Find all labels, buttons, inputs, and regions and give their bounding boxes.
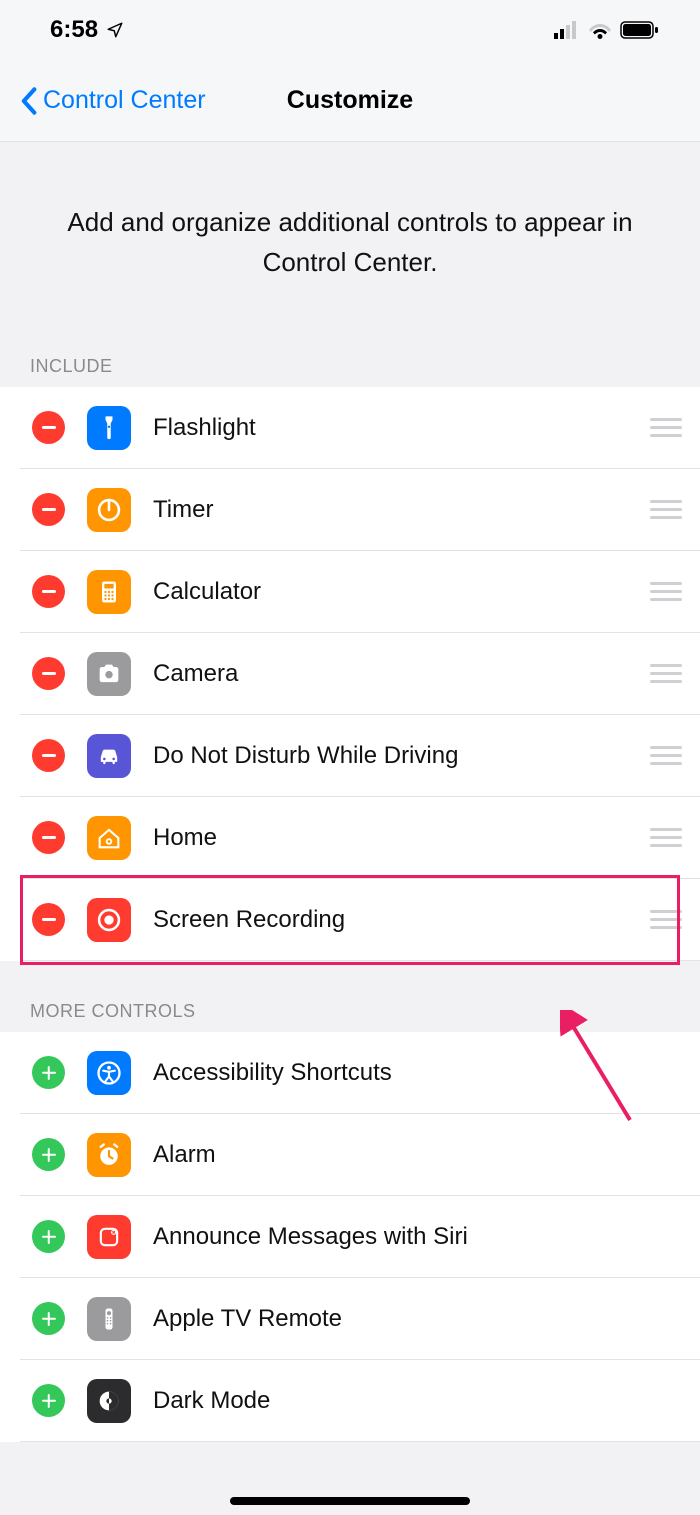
row-label: Apple TV Remote [153, 1305, 682, 1333]
list-item: Calculator [0, 551, 700, 633]
row-label: Alarm [153, 1141, 682, 1169]
remove-button[interactable] [32, 821, 65, 854]
row-label: Screen Recording [153, 906, 640, 934]
remove-button[interactable] [32, 903, 65, 936]
announce-icon [87, 1215, 131, 1259]
row-label: Flashlight [153, 414, 640, 442]
status-bar: 6:58 [0, 0, 700, 60]
row-label: Announce Messages with Siri [153, 1223, 682, 1251]
home-icon [87, 816, 131, 860]
row-label: Accessibility Shortcuts [153, 1059, 682, 1087]
list-item: Do Not Disturb While Driving [0, 715, 700, 797]
drag-handle[interactable] [640, 900, 682, 939]
section-header-include: INCLUDE [0, 338, 700, 387]
add-button[interactable] [32, 1384, 65, 1417]
darkmode-icon [87, 1379, 131, 1423]
wifi-icon [588, 21, 612, 39]
battery-icon [620, 21, 660, 39]
row-label: Home [153, 824, 640, 852]
flashlight-icon [87, 406, 131, 450]
cellular-signal-icon [554, 21, 580, 39]
record-icon [87, 898, 131, 942]
drag-handle[interactable] [640, 818, 682, 857]
camera-icon [87, 652, 131, 696]
include-list: Flashlight Timer Calculator Camera Do Not Di… [0, 387, 700, 961]
row-label: Dark Mode [153, 1387, 682, 1415]
list-item: Announce Messages with Siri [0, 1196, 700, 1278]
remove-button[interactable] [32, 657, 65, 690]
add-button[interactable] [32, 1302, 65, 1335]
accessibility-icon [87, 1051, 131, 1095]
drag-handle[interactable] [640, 408, 682, 447]
remove-button[interactable] [32, 739, 65, 772]
remove-button[interactable] [32, 575, 65, 608]
nav-bar: Control Center Customize [0, 60, 700, 142]
row-label: Camera [153, 660, 640, 688]
row-label: Timer [153, 496, 640, 524]
car-icon [87, 734, 131, 778]
list-item: Alarm [0, 1114, 700, 1196]
alarm-icon [87, 1133, 131, 1177]
back-button[interactable]: Control Center [20, 86, 206, 115]
calculator-icon [87, 570, 131, 614]
back-label: Control Center [43, 86, 206, 115]
list-item: Accessibility Shortcuts [0, 1032, 700, 1114]
add-button[interactable] [32, 1056, 65, 1089]
row-label: Do Not Disturb While Driving [153, 742, 640, 770]
page-title: Customize [287, 86, 413, 115]
list-item: Flashlight [0, 387, 700, 469]
add-button[interactable] [32, 1138, 65, 1171]
row-label: Calculator [153, 578, 640, 606]
drag-handle[interactable] [640, 490, 682, 529]
more-list: Accessibility Shortcuts Alarm Announce Mes… [0, 1032, 700, 1442]
intro-text: Add and organize additional controls to … [0, 142, 700, 338]
list-item: Home [0, 797, 700, 879]
list-item: Dark Mode [0, 1360, 700, 1442]
drag-handle[interactable] [640, 572, 682, 611]
list-item: Timer [0, 469, 700, 551]
remove-button[interactable] [32, 411, 65, 444]
location-services-icon [106, 21, 124, 39]
add-button[interactable] [32, 1220, 65, 1253]
section-header-more: MORE CONTROLS [0, 961, 700, 1032]
list-item: Screen Recording [0, 879, 700, 961]
drag-handle[interactable] [640, 736, 682, 775]
list-item: Apple TV Remote [0, 1278, 700, 1360]
remove-button[interactable] [32, 493, 65, 526]
list-item: Camera [0, 633, 700, 715]
status-time: 6:58 [50, 16, 98, 44]
timer-icon [87, 488, 131, 532]
remote-icon [87, 1297, 131, 1341]
drag-handle[interactable] [640, 654, 682, 693]
home-indicator[interactable] [230, 1497, 470, 1505]
chevron-left-icon [20, 87, 37, 115]
